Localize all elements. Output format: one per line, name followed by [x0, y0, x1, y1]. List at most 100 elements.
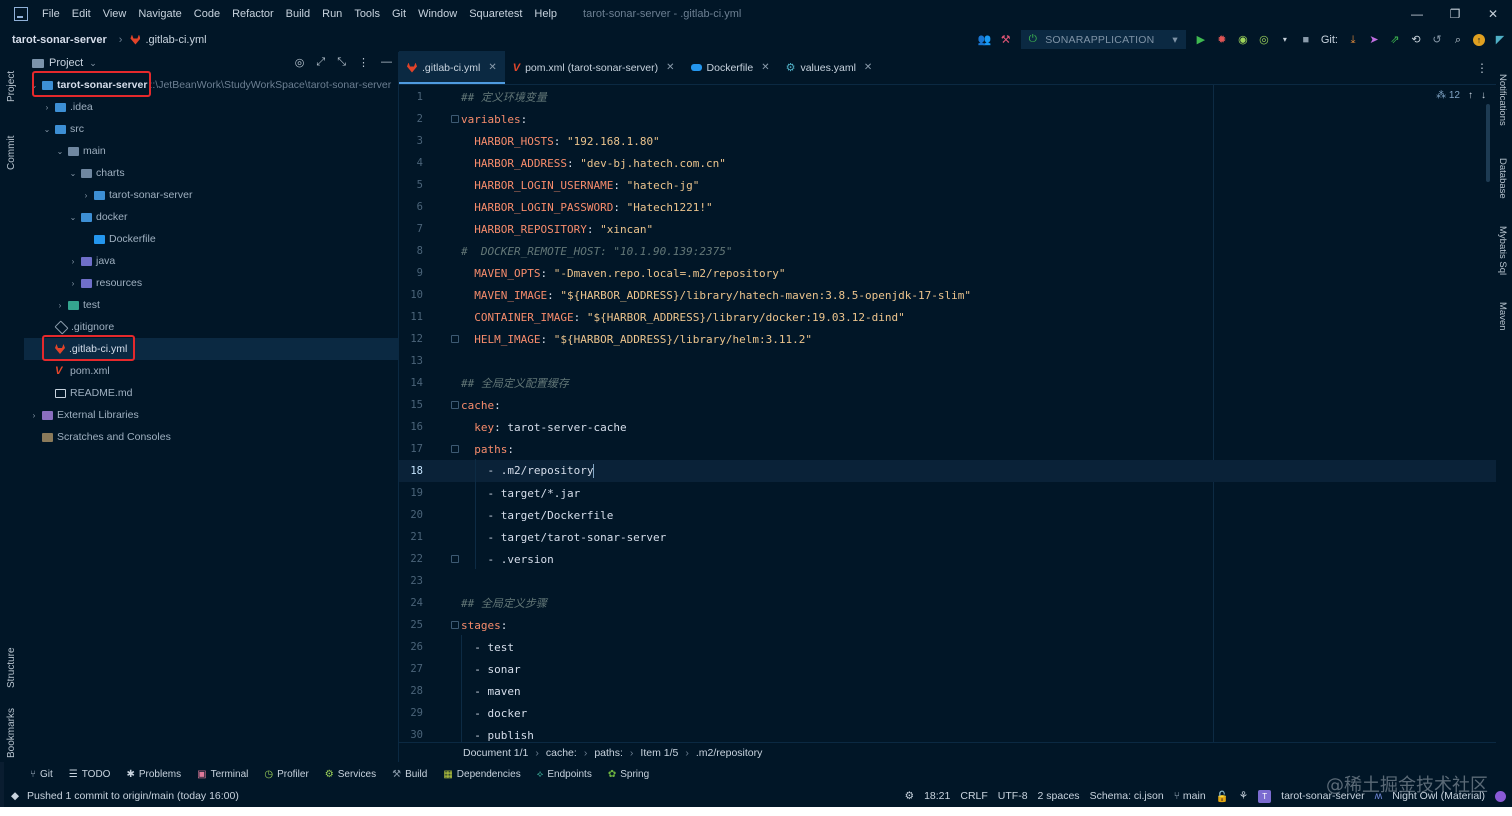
git-branch[interactable]: ⑂ main [1174, 790, 1206, 802]
menu-view[interactable]: View [103, 8, 127, 20]
close-window-button[interactable]: ✕ [1474, 0, 1512, 27]
line-separator[interactable]: CRLF [960, 790, 987, 802]
menu-navigate[interactable]: Navigate [138, 8, 181, 20]
fold-marker-icon[interactable] [451, 621, 459, 629]
database-tool-button[interactable]: Database [1497, 158, 1508, 199]
chevron-right-icon[interactable]: › [80, 191, 92, 200]
close-tab-icon[interactable]: ✕ [666, 62, 674, 73]
close-tab-icon[interactable]: ✕ [761, 62, 769, 73]
maximize-button[interactable]: ❐ [1436, 0, 1474, 27]
menu-code[interactable]: Code [194, 8, 220, 20]
toolwindow-todo[interactable]: ☰ TODO [69, 769, 111, 780]
git-history-icon[interactable]: ⟲ [1410, 34, 1422, 46]
git-update-icon[interactable]: ⤓ [1347, 34, 1359, 46]
lock-icon[interactable]: 🔓 [1216, 790, 1229, 803]
tree-item[interactable]: › External Libraries [24, 404, 398, 426]
search-icon[interactable]: ⌕ [1452, 34, 1464, 46]
tree-item[interactable]: README.md [24, 382, 398, 404]
tab-gitlab-ci-yml[interactable]: .gitlab-ci.yml ✕ [399, 51, 505, 84]
minimize-button[interactable]: — [1398, 0, 1436, 27]
toolwindow-dependencies[interactable]: ▦ Dependencies [443, 769, 520, 780]
chevron-right-icon[interactable]: › [28, 411, 40, 420]
chevron-down-icon[interactable]: ⌄ [54, 147, 66, 156]
hide-panel-icon[interactable]: — [381, 56, 392, 69]
next-highlight-icon[interactable]: ↓ [1481, 90, 1486, 101]
tree-item[interactable]: Scratches and Consoles [24, 426, 398, 448]
chevron-right-icon[interactable]: › [67, 257, 79, 266]
code-area[interactable]: 1 ## 定义环境变量 2 variables: 3 HARBOR_HOSTS: "19… [399, 85, 1497, 742]
menu-tools[interactable]: Tools [354, 8, 380, 20]
tree-item[interactable]: ⌄ src [24, 118, 398, 140]
tab-values-yaml[interactable]: ⚙ values.yaml ✕ [778, 51, 881, 84]
menu-squaretest[interactable]: Squaretest [469, 8, 522, 20]
options-menu-icon[interactable]: ⋮ [358, 56, 369, 69]
previous-highlight-icon[interactable]: ↑ [1468, 90, 1473, 101]
chevron-right-icon[interactable]: › [67, 279, 79, 288]
tree-item[interactable]: › test [24, 294, 398, 316]
build-hammer-icon[interactable]: ⚒ [1000, 34, 1012, 46]
run-config-selector[interactable]: ⏻ SONARAPPLICATION ▾ [1020, 30, 1186, 49]
close-tab-icon[interactable]: ✕ [864, 62, 872, 73]
mybatis-tool-button[interactable]: Mybatis Sql [1497, 226, 1508, 275]
structure-tool-button[interactable]: Structure [6, 647, 17, 688]
tree-item[interactable]: › tarot-sonar-server [24, 184, 398, 206]
fold-marker-icon[interactable] [451, 445, 459, 453]
breadcrumb-item[interactable]: Document 1/1 [463, 747, 528, 759]
tree-item[interactable]: Dockerfile [24, 228, 398, 250]
menu-build[interactable]: Build [286, 8, 310, 20]
chevron-right-icon[interactable]: › [41, 103, 53, 112]
memory-indicator-icon[interactable]: ⚘ [1239, 790, 1248, 802]
breadcrumb-item[interactable]: .m2/repository [696, 747, 763, 759]
chevron-down-icon[interactable]: ⌄ [41, 125, 53, 134]
profile-icon[interactable]: ◎ [1258, 34, 1270, 46]
toolwindow-profiler[interactable]: ◷ Profiler [264, 769, 308, 780]
menu-file[interactable]: File [42, 8, 60, 20]
editor-scrollbar[interactable] [1486, 104, 1490, 182]
chevron-down-icon[interactable]: ⌄ [67, 213, 79, 222]
menu-edit[interactable]: Edit [72, 8, 91, 20]
menu-run[interactable]: Run [322, 8, 342, 20]
theme-name[interactable]: Night Owl (Material) [1392, 790, 1485, 802]
json-schema[interactable]: Schema: ci.json [1090, 790, 1164, 802]
breadcrumb-item[interactable]: Item 1/5 [640, 747, 678, 759]
nav-file[interactable]: .gitlab-ci.yml [130, 34, 207, 46]
breadcrumb-item[interactable]: paths: [594, 747, 623, 759]
chevron-down-icon[interactable]: ⌄ [67, 169, 79, 178]
nav-project-name[interactable]: tarot-sonar-server [12, 34, 107, 46]
fold-marker-icon[interactable] [451, 555, 459, 563]
toolwindow-endpoints[interactable]: ⟡ Endpoints [537, 769, 592, 780]
locate-file-icon[interactable]: ◎ [295, 56, 305, 69]
status-project[interactable]: tarot-sonar-server [1281, 790, 1364, 802]
toolwindow-spring[interactable]: ✿ Spring [608, 769, 649, 780]
project-panel-title[interactable]: Project [49, 57, 83, 69]
toolwindow-git[interactable]: ⑂ Git [30, 769, 53, 780]
fold-marker-icon[interactable] [451, 401, 459, 409]
menu-git[interactable]: Git [392, 8, 406, 20]
coverage-icon[interactable]: ◉ [1237, 34, 1249, 46]
chevron-down-icon[interactable]: ⌄ [89, 58, 97, 69]
run-icon[interactable]: ▶ [1195, 34, 1207, 46]
expand-all-icon[interactable]: ⤢ [316, 56, 325, 69]
tree-item[interactable]: › resources [24, 272, 398, 294]
project-tool-button[interactable]: Project [6, 71, 17, 102]
status-message[interactable]: Pushed 1 commit to origin/main (today 16… [27, 790, 239, 802]
notifications-tool-button[interactable]: Notifications [1497, 74, 1508, 126]
fold-marker-icon[interactable] [451, 115, 459, 123]
indexing-icon[interactable]: ⚙ [905, 790, 914, 802]
toolwindow-build[interactable]: ⚒ Build [392, 769, 427, 780]
menu-window[interactable]: Window [418, 8, 457, 20]
collapse-all-icon[interactable]: ⤡ [337, 56, 346, 69]
tree-item[interactable]: ⌄ docker [24, 206, 398, 228]
caret-position[interactable]: 18:21 [924, 790, 950, 802]
chevron-right-icon[interactable]: › [54, 301, 66, 310]
commit-tool-button[interactable]: Commit [6, 136, 17, 170]
stop-icon[interactable]: ■ [1300, 34, 1312, 46]
inspection-widget[interactable]: ⁂ 12 ↑ ↓ [1436, 90, 1486, 101]
toolwindow-problems[interactable]: ✱ Problems [126, 769, 181, 780]
tree-item[interactable]: › .idea [24, 96, 398, 118]
toolwindow-terminal[interactable]: ▣ Terminal [197, 769, 248, 780]
more-run-chevron-icon[interactable]: ▾ [1279, 34, 1291, 46]
tree-item[interactable]: › java [24, 250, 398, 272]
update-available-icon[interactable]: ↑ [1473, 33, 1485, 46]
git-push-icon[interactable]: ⇗ [1389, 34, 1401, 46]
